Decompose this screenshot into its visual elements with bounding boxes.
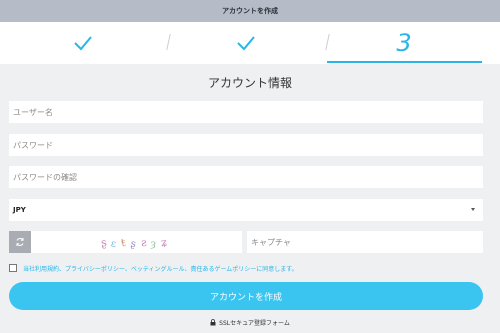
ssl-note: SSLセキュア登録フォーム — [0, 316, 500, 328]
active-step-underline — [327, 61, 482, 63]
svg-text:ʂ: ʂ — [129, 238, 136, 250]
currency-select[interactable]: JPY — [9, 199, 483, 221]
terms-label[interactable]: 当社利用規約、プライバシーポリシー、ベッティングルール、責任あるゲームポリシーに… — [23, 264, 298, 273]
checkmark-icon — [237, 36, 255, 51]
step-2 — [166, 22, 326, 64]
window-title-bar: アカウントを作成 — [0, 0, 500, 22]
username-input[interactable]: ユーザー名 — [9, 101, 483, 123]
password-confirm-input[interactable]: パスワードの確認 — [9, 166, 483, 188]
captcha-glyphs: ʂ ε ŧ ʂ ƨ ȝ ʑ — [100, 236, 168, 251]
checkmark-icon — [74, 36, 92, 51]
step-3-label: 3 — [396, 29, 412, 57]
chevron-down-icon — [471, 208, 475, 211]
step-3: 3 — [326, 22, 482, 64]
terms-row: 当社利用規約、プライバシーポリシー、ベッティングルール、責任あるゲームポリシーに… — [9, 263, 298, 273]
svg-text:ʑ: ʑ — [160, 236, 167, 249]
svg-text:ƨ: ƨ — [140, 236, 147, 250]
svg-text:ʂ: ʂ — [100, 236, 108, 250]
refresh-icon — [16, 238, 24, 246]
svg-text:ȝ: ȝ — [150, 239, 157, 251]
step-progress: 3 — [0, 22, 500, 64]
lock-icon — [210, 318, 216, 325]
step-1 — [0, 22, 166, 64]
currency-select-value: JPY — [13, 206, 26, 214]
create-account-button[interactable]: アカウントを作成 — [9, 282, 483, 310]
captcha-image: ʂ ε ŧ ʂ ƨ ȝ ʑ — [31, 231, 242, 253]
terms-checkbox[interactable] — [9, 264, 17, 272]
form-heading: アカウント情報 — [207, 76, 292, 90]
svg-text:ŧ: ŧ — [119, 236, 126, 250]
svg-text:ε: ε — [110, 239, 116, 250]
ssl-note-text: SSLセキュア登録フォーム — [219, 319, 290, 327]
window-title: アカウントを作成 — [222, 7, 278, 15]
password-input[interactable]: パスワード — [9, 134, 483, 156]
captcha-input[interactable]: キャプチャ — [247, 231, 483, 253]
captcha-refresh-button[interactable] — [9, 231, 31, 253]
